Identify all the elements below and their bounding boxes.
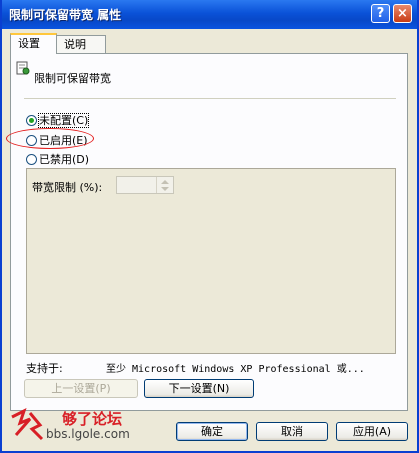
next-setting-button[interactable]: 下一设置(N) xyxy=(144,379,254,398)
radio-shortcut: (D) xyxy=(72,153,90,166)
spin-down-icon[interactable] xyxy=(161,187,169,191)
watermark-name: 够了论坛 xyxy=(62,410,123,428)
close-button[interactable]: × xyxy=(393,4,412,23)
radio-label: 未配置 xyxy=(39,114,72,127)
bandwidth-spinner[interactable] xyxy=(116,176,174,194)
apply-button[interactable]: 应用(A) xyxy=(336,422,408,441)
ok-button[interactable]: 确定 xyxy=(176,422,248,441)
supported-on-label: 支持于: xyxy=(26,362,63,375)
policy-setting-icon xyxy=(16,61,30,75)
policy-title: 限制可保留带宽 xyxy=(34,72,111,85)
watermark-url: bbs.lgole.com xyxy=(46,427,130,441)
radio-unselected-icon xyxy=(26,154,37,165)
previous-setting-button[interactable]: 上一设置(P) xyxy=(24,379,138,398)
window-title: 限制可保留带宽 属性 xyxy=(9,8,122,22)
cancel-button[interactable]: 取消 xyxy=(256,422,328,441)
help-button[interactable]: ? xyxy=(371,4,390,23)
tab-explain[interactable]: 说明 xyxy=(56,35,106,53)
spinner-arrows-icon[interactable] xyxy=(156,177,173,193)
supported-on-value: 至少 Microsoft Windows XP Professional 或..… xyxy=(106,364,365,375)
divider xyxy=(24,98,396,99)
spin-up-icon[interactable] xyxy=(161,180,169,184)
tab-settings[interactable]: 设置 xyxy=(10,33,57,54)
radio-disabled[interactable]: 已禁用(D) xyxy=(26,151,89,167)
annotation-ellipse xyxy=(6,128,94,149)
radio-label: 已禁用 xyxy=(39,153,72,166)
radio-selected-icon xyxy=(26,115,37,126)
radio-not-configured[interactable]: 未配置(C) xyxy=(26,112,90,128)
radio-shortcut: (C) xyxy=(72,114,89,127)
title-bar[interactable]: 限制可保留带宽 属性 ? × xyxy=(2,0,417,29)
bandwidth-limit-label: 带宽限制 (%): xyxy=(32,181,103,194)
properties-dialog: 限制可保留带宽 属性 ? × 设置 说明 限制可保留带宽 未配置(C) 已启用(… xyxy=(0,0,419,453)
options-area xyxy=(26,168,396,354)
